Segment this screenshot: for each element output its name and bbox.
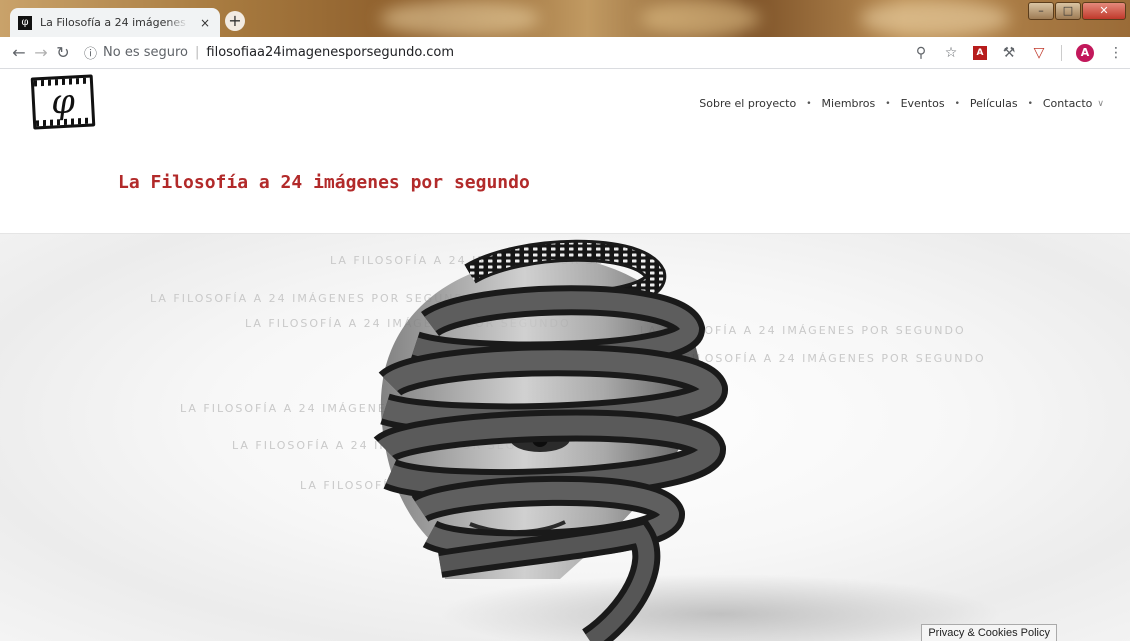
nav-separator: •: [806, 98, 812, 109]
close-window-button[interactable]: ✕: [1082, 2, 1126, 20]
forward-arrow-icon[interactable]: →: [30, 43, 52, 62]
profile-avatar[interactable]: A: [1076, 43, 1094, 62]
site-title[interactable]: La Filosofía a 24 imágenes por segundo: [118, 172, 530, 193]
new-tab-button[interactable]: +: [225, 11, 245, 31]
menu-icon[interactable]: ⋮: [1108, 45, 1124, 61]
tab-title: La Filosofía a 24 imágenes por se: [40, 16, 188, 29]
nav-item-sobre[interactable]: Sobre el proyecto: [699, 97, 796, 110]
nav-separator: •: [1027, 98, 1033, 109]
browser-titlebar: φ La Filosofía a 24 imágenes por se × + …: [0, 0, 1130, 37]
site-logo[interactable]: φ: [30, 74, 96, 130]
hero-banner: LA FILOSOFÍA A 24 IMÁGENES POR SEGUNDO L…: [0, 234, 1130, 641]
browser-toolbar: ← → ↻ ⓘ No es seguro | filosofiaa24image…: [0, 37, 1130, 69]
url-text[interactable]: filosofiaa24imagenesporsegundo.com: [206, 45, 454, 60]
logo-glyph: φ: [50, 81, 76, 123]
browser-tab[interactable]: φ La Filosofía a 24 imágenes por se ×: [10, 8, 220, 37]
security-label: No es seguro: [103, 45, 189, 60]
toolbar-divider: [1061, 44, 1062, 61]
film-head-illustration: [373, 239, 1000, 641]
zoom-icon[interactable]: ⚲: [913, 45, 929, 61]
pdf-extension-icon[interactable]: A: [973, 45, 987, 60]
nav-item-peliculas[interactable]: Películas: [970, 97, 1018, 110]
pocket-icon[interactable]: ▽: [1031, 45, 1047, 61]
star-icon[interactable]: ☆: [943, 45, 959, 61]
web-page: φ Sobre el proyecto • Miembros • Eventos…: [0, 70, 1130, 641]
nav-label: Contacto: [1042, 97, 1093, 110]
nav-separator: •: [885, 98, 891, 109]
nav-label: Películas: [969, 97, 1018, 110]
nav-label: Miembros: [821, 97, 876, 110]
privacy-cookies-link[interactable]: Privacy & Cookies Policy: [921, 624, 1057, 641]
back-arrow-icon[interactable]: ←: [8, 43, 30, 62]
nav-separator: •: [954, 98, 960, 109]
reload-icon[interactable]: ↻: [52, 43, 74, 62]
minimize-button[interactable]: –: [1028, 2, 1054, 20]
tab-close-icon[interactable]: ×: [198, 16, 212, 30]
nav-label: Eventos: [900, 97, 945, 110]
nav-item-eventos[interactable]: Eventos: [901, 97, 945, 110]
address-bar[interactable]: ⓘ No es seguro | filosofiaa24imagenespor…: [84, 39, 454, 67]
chevron-down-icon: ∨: [1097, 98, 1104, 109]
extension-icon[interactable]: ⚒: [1001, 45, 1017, 61]
window-controls: – □ ✕: [1028, 2, 1126, 20]
nav-item-miembros[interactable]: Miembros: [822, 97, 876, 110]
info-icon[interactable]: ⓘ: [84, 43, 97, 62]
nav-label: Sobre el proyecto: [699, 97, 797, 110]
site-favicon-icon: φ: [18, 15, 32, 30]
ground-shadow: [440, 574, 1000, 641]
address-separator: |: [195, 45, 200, 60]
nav-item-contacto[interactable]: Contacto ∨: [1043, 97, 1104, 110]
maximize-button[interactable]: □: [1055, 2, 1081, 20]
main-navigation: Sobre el proyecto • Miembros • Eventos •…: [699, 97, 1104, 110]
